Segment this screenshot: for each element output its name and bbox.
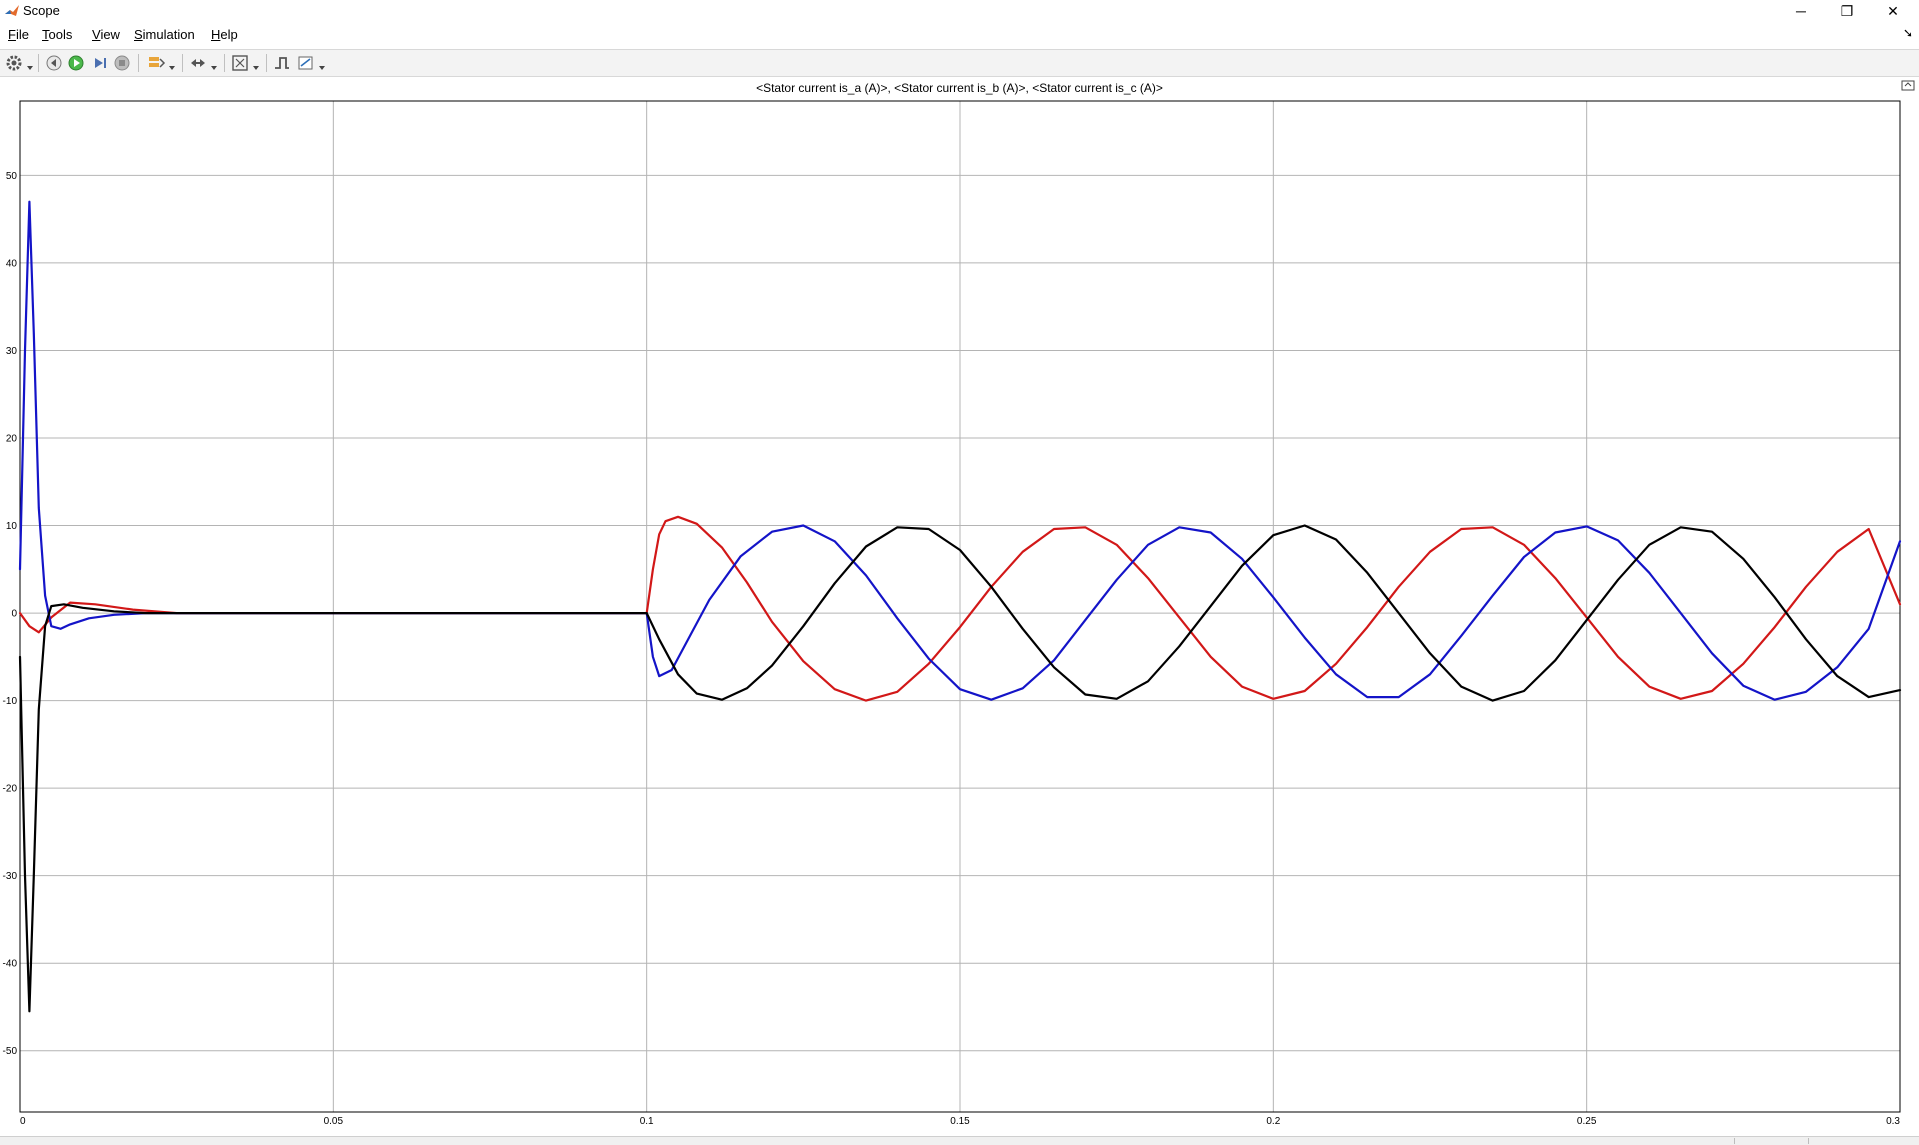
fit-to-view-icon[interactable] [230,53,250,73]
y-tick-label: -30 [3,871,18,882]
y-tick-label: -20 [3,784,18,795]
y-tick-label: 10 [6,521,18,532]
menu-bar: File Tools View Simulation Help ➘ [0,24,1919,46]
x-tick-label: 0.25 [1577,1116,1597,1127]
menu-file[interactable]: File [8,27,29,42]
window-title: Scope [23,3,60,18]
triggers-icon[interactable] [272,53,292,73]
menu-tools[interactable]: Tools [42,27,72,42]
highlight-icon[interactable] [146,53,166,73]
menu-view[interactable]: View [92,27,120,42]
toolbar [0,49,1919,77]
close-button[interactable]: ✕ [1870,0,1916,22]
settings-dropdown-icon[interactable] [26,59,34,70]
matlab-icon [4,3,20,19]
y-tick-label: 40 [6,258,18,269]
zoom-icon[interactable] [188,53,208,73]
menu-help[interactable]: Help [211,27,238,42]
y-tick-label: 0 [11,609,17,620]
y-tick-label: 30 [6,346,18,357]
x-tick-label: 0.2 [1266,1116,1280,1127]
x-tick-label: 0 [20,1116,26,1127]
restore-button[interactable]: ❐ [1824,0,1870,22]
step-forward-icon[interactable] [90,53,110,73]
window-titlebar: Scope ─ ❐ ✕ [0,0,1919,22]
toolbar-overflow-icon[interactable]: ➘ [1903,26,1913,40]
settings-icon[interactable] [4,53,24,73]
y-tick-label: -50 [3,1046,18,1057]
x-tick-label: 0.15 [950,1116,970,1127]
y-tick-label: -40 [3,959,18,970]
minimize-button[interactable]: ─ [1778,0,1824,22]
x-tick-label: 0.3 [1886,1116,1900,1127]
measurements-icon[interactable] [296,53,316,73]
menu-simulation[interactable]: Simulation [134,27,195,42]
scope-plot[interactable]: 50 40 30 20 10 0 -10 -20 -30 -40 -50 0 0.05 0.1 0.15 0… [0,95,1919,1136]
highlight-dropdown-icon[interactable] [168,59,176,70]
step-back-icon[interactable] [44,53,64,73]
y-tick-label: 50 [6,171,18,182]
zoom-dropdown-icon[interactable] [210,59,218,70]
run-icon[interactable] [66,53,86,73]
y-tick-label: 20 [6,434,18,445]
y-tick-label: -10 [3,696,18,707]
plot-title: <Stator current is_a (A)>, <Stator curre… [756,81,1163,95]
measurements-dropdown-icon[interactable] [318,59,326,70]
fit-dropdown-icon[interactable] [252,59,260,70]
x-tick-label: 0.1 [640,1116,654,1127]
x-tick-label: 0.05 [324,1116,344,1127]
stop-icon[interactable] [112,53,132,73]
